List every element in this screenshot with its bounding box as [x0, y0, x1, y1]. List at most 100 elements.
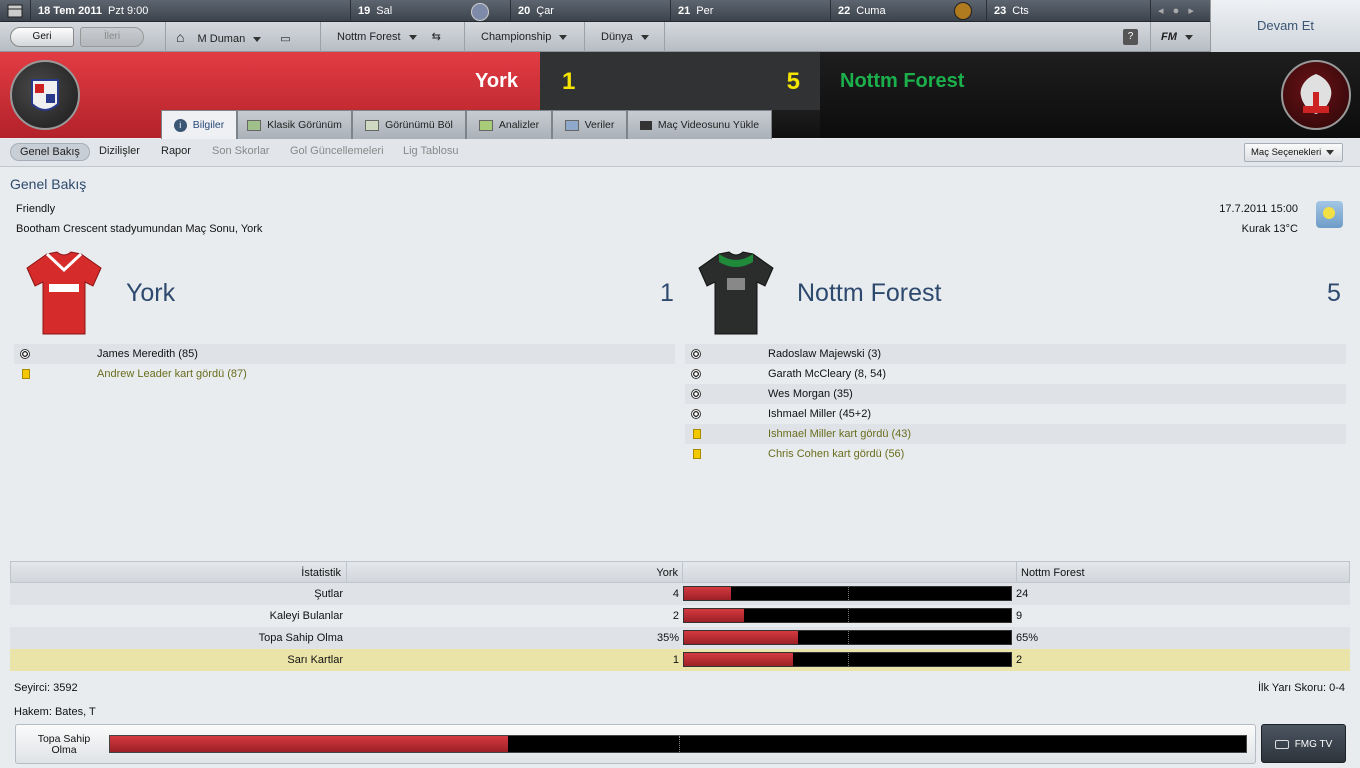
- swap-icon[interactable]: ⇆: [432, 31, 441, 43]
- day-name: Per: [696, 5, 714, 17]
- day-num: 23: [994, 5, 1007, 17]
- stat-midline: [848, 631, 849, 644]
- stats-row[interactable]: Topa Sahip Olma 35% 65%: [10, 627, 1350, 649]
- event-text[interactable]: Ishmael Miller kart gördü (43): [768, 424, 911, 444]
- weather-text: Kurak 13°C: [1241, 223, 1298, 235]
- match-options-dropdown[interactable]: Maç Seçenekleri: [1244, 143, 1343, 162]
- back-label: Geri: [32, 31, 52, 42]
- tab-info[interactable]: i Bilgiler: [161, 110, 237, 139]
- tab-classic-view[interactable]: Klasik Görünüm: [237, 110, 352, 139]
- home-team-title[interactable]: York: [126, 279, 175, 308]
- stats-row[interactable]: Sarı Kartlar 1 2: [10, 649, 1350, 671]
- event-text[interactable]: Wes Morgan (35): [768, 384, 853, 404]
- stat-away-value: 2: [1016, 654, 1023, 666]
- tab-analysis[interactable]: Analizler: [466, 110, 552, 139]
- tab-label: Analizler: [498, 119, 540, 131]
- chevron-down-icon: [640, 34, 649, 40]
- event-text[interactable]: Andrew Leader kart gördü (87): [97, 364, 247, 384]
- pitch-icon: [247, 119, 262, 131]
- event-text[interactable]: Ishmael Miller (45+2): [768, 404, 871, 424]
- tab-upload-video[interactable]: Maç Videosunu Yükle: [627, 110, 772, 139]
- dot-icon[interactable]: ●: [1173, 5, 1180, 17]
- stat-home-fill: [684, 609, 744, 622]
- stat-home-fill: [684, 631, 799, 644]
- tab-label: Görünümü Böl: [385, 119, 453, 131]
- chevron-down-icon: [559, 34, 568, 40]
- venue-line: Bootham Crescent stadyumundan Maç Sonu, …: [16, 223, 263, 235]
- yellow-card-icon: [22, 369, 30, 379]
- day-name: Sal: [376, 5, 393, 17]
- match-datetime: 17.7.2011 15:00: [1219, 203, 1298, 215]
- tab-label: Bilgiler: [192, 119, 225, 131]
- event-text[interactable]: Chris Cohen kart gördü (56): [768, 444, 904, 464]
- subnav-overview[interactable]: Genel Bakış: [10, 143, 90, 161]
- time-text: 9:00: [126, 5, 149, 17]
- possession-midline: [679, 736, 680, 752]
- event-text[interactable]: James Meredith (85): [97, 344, 198, 364]
- yellow-card-icon: [693, 429, 701, 439]
- manager-menu[interactable]: ⌂ M Duman ▭: [165, 22, 320, 52]
- calendar-icon[interactable]: [0, 0, 30, 22]
- goal-ball-icon: [691, 369, 701, 379]
- stat-comparison-bar: [683, 586, 1012, 601]
- attendance: Seyirci: 3592: [14, 682, 78, 694]
- calendar-day[interactable]: 22 Cuma: [830, 0, 986, 22]
- next-arrow-icon[interactable]: ▸: [1188, 5, 1194, 17]
- competition-menu[interactable]: Championship: [464, 22, 584, 52]
- page-title: Genel Bakış: [10, 176, 87, 192]
- subnav-latest-scores: Son Skorlar: [212, 145, 270, 157]
- help-button[interactable]: ?: [1123, 29, 1138, 45]
- calendar-day[interactable]: 20 Çar: [510, 0, 670, 22]
- tv-icon: [1274, 739, 1289, 749]
- back-button[interactable]: Geri: [10, 27, 74, 47]
- calendar-day[interactable]: 21 Per: [670, 0, 830, 22]
- stats-header-home[interactable]: York: [347, 562, 683, 584]
- club-menu[interactable]: Nottm Forest ⇆: [320, 22, 464, 52]
- continue-button[interactable]: Devam Et: [1210, 0, 1360, 52]
- stats-row[interactable]: Kaleyi Bulanlar 2 9: [10, 605, 1350, 627]
- competition-label: Championship: [481, 31, 552, 43]
- top-calendar-bar: 18 Tem 2011 Pzt 9:00 19 Sal 20 Çar 21 Per 22…: [0, 0, 1210, 22]
- calendar-day[interactable]: 19 Sal: [350, 0, 510, 22]
- tab-split-view[interactable]: Görünümü Böl: [352, 110, 466, 139]
- referee[interactable]: Hakem: Bates, T: [14, 706, 96, 718]
- score-panel: 1 5: [540, 52, 820, 110]
- home-icon[interactable]: ⌂: [176, 29, 184, 45]
- stat-home-value: 1: [672, 654, 679, 666]
- goal-ball-icon: [691, 349, 701, 359]
- event-text[interactable]: Garath McCleary (8, 54): [768, 364, 886, 384]
- subnav-report[interactable]: Rapor: [161, 145, 191, 157]
- home-score: 1: [562, 68, 576, 95]
- calendar-nav[interactable]: ◂ ● ▸: [1150, 0, 1210, 22]
- subnav-league-table: Lig Tablosu: [403, 145, 459, 157]
- tab-label: Maç Videosunu Yükle: [657, 119, 760, 131]
- fm-menu[interactable]: FM: [1150, 22, 1210, 52]
- stat-midline: [848, 653, 849, 666]
- stats-row[interactable]: Şutlar 4 24: [10, 583, 1350, 605]
- stat-away-value: 24: [1016, 588, 1029, 600]
- world-menu[interactable]: Dünya: [584, 22, 664, 52]
- manager-label: M Duman: [197, 33, 246, 45]
- stats-header-away[interactable]: Nottm Forest: [1016, 562, 1085, 584]
- stat-home-value: 4: [672, 588, 679, 600]
- subnav-lineups[interactable]: Dizilişler: [99, 145, 140, 157]
- navbar-spacer: [664, 22, 1144, 52]
- away-team-title[interactable]: Nottm Forest: [797, 279, 941, 308]
- event-row: Ishmael Miller (45+2): [685, 404, 1346, 424]
- fmg-tv-button[interactable]: FMG TV: [1261, 724, 1346, 763]
- event-row: Andrew Leader kart gördü (87): [14, 364, 675, 384]
- event-text[interactable]: Radoslaw Majewski (3): [768, 344, 881, 364]
- away-team-score: 5: [1327, 279, 1341, 307]
- tab-stats[interactable]: Veriler: [552, 110, 627, 139]
- current-date[interactable]: 18 Tem 2011 Pzt 9:00: [30, 0, 350, 22]
- stats-header: İstatistik York Nottm Forest: [10, 561, 1350, 584]
- stats-header-label[interactable]: İstatistik: [11, 562, 347, 584]
- stat-midline: [848, 609, 849, 622]
- away-team-name[interactable]: Nottm Forest: [840, 70, 964, 93]
- calendar-day[interactable]: 23 Cts: [986, 0, 1150, 22]
- inbox-icon[interactable]: ▭: [280, 33, 290, 45]
- prev-arrow-icon[interactable]: ◂: [1158, 5, 1164, 17]
- home-team-name[interactable]: York: [475, 70, 518, 93]
- forward-button[interactable]: İleri: [80, 27, 144, 47]
- stat-label: Şutlar: [314, 588, 343, 600]
